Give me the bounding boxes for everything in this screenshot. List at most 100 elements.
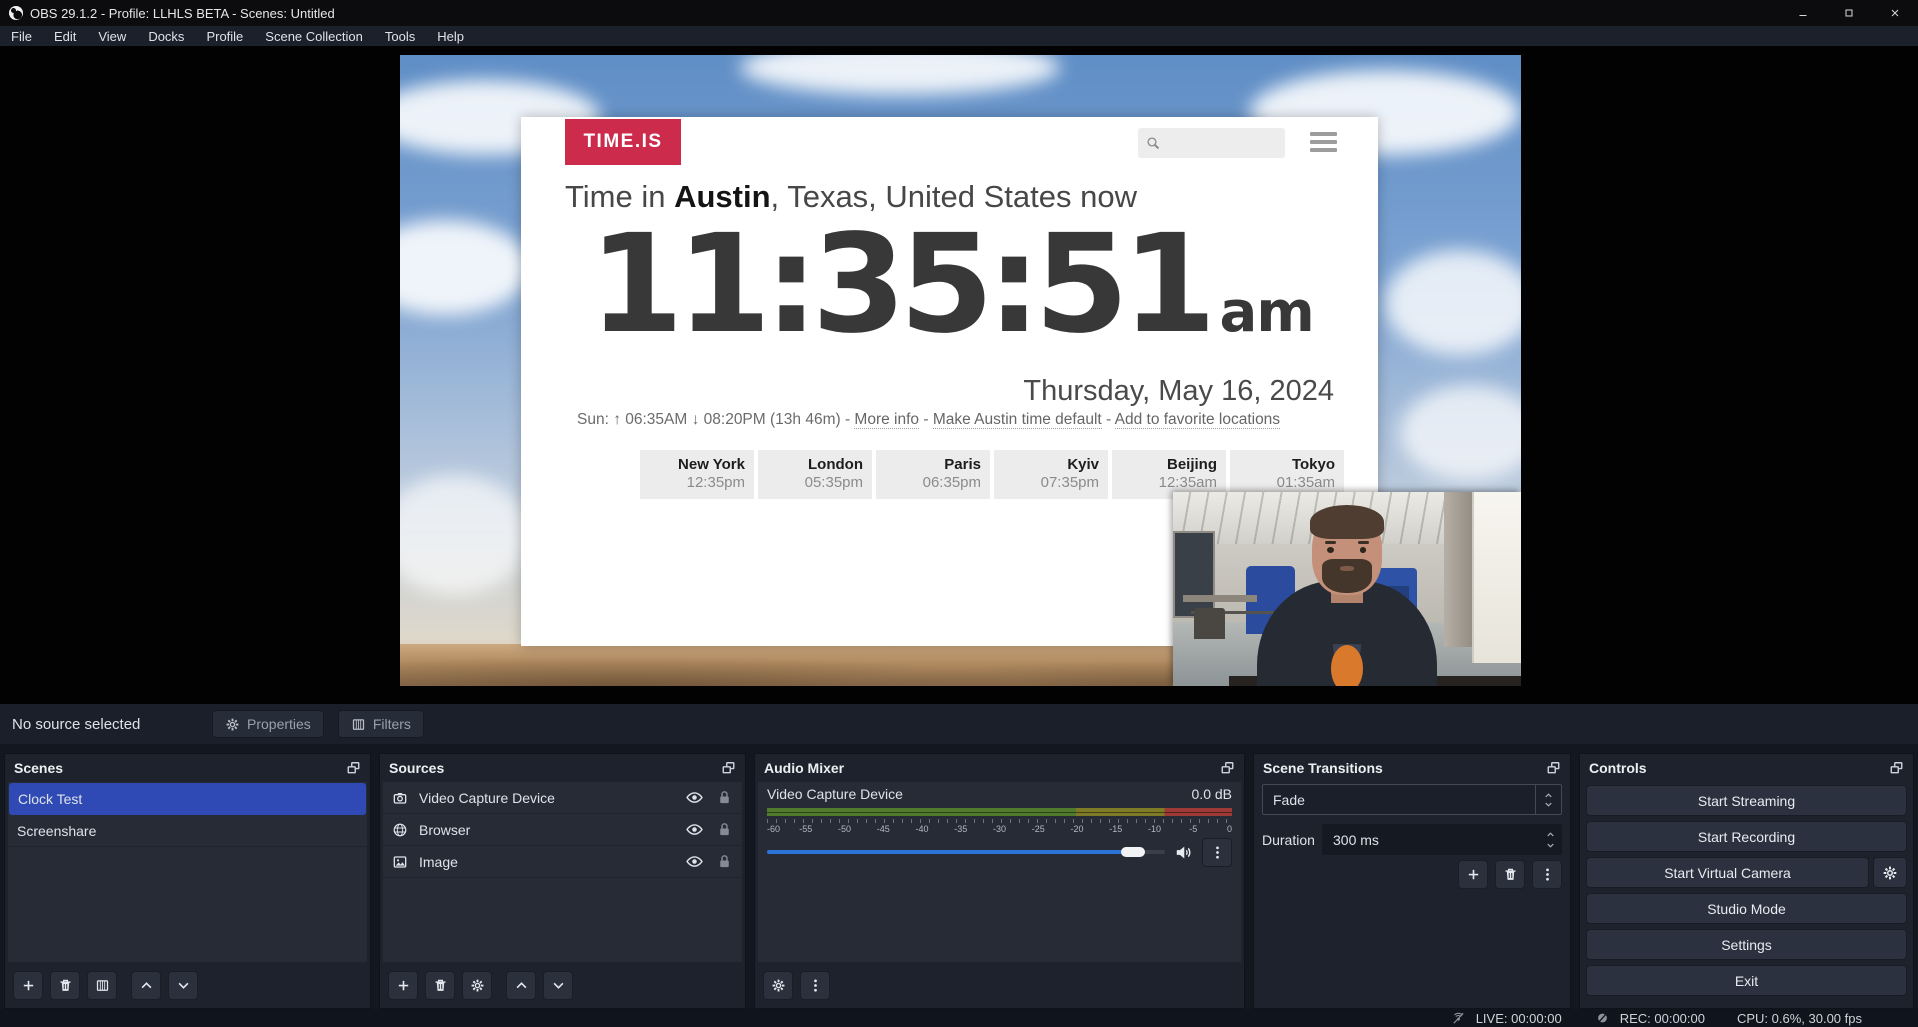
city-tile-new-york[interactable]: New York12:35pm bbox=[640, 450, 754, 499]
make-default-link[interactable]: Make Austin time default bbox=[933, 411, 1102, 429]
popout-icon[interactable] bbox=[1546, 761, 1561, 775]
rec-disc-icon bbox=[1594, 1011, 1611, 1025]
chevron-down-icon bbox=[551, 978, 566, 993]
audio-mixer-panel: Audio Mixer Video Capture Device 0.0 dB … bbox=[754, 753, 1245, 1009]
select-chevrons-icon bbox=[1535, 785, 1561, 814]
city-tile-london[interactable]: London05:35pm bbox=[758, 450, 872, 499]
menu-view[interactable]: View bbox=[87, 26, 137, 46]
scenes-panel: Scenes Clock Test Screenshare bbox=[4, 753, 371, 1009]
live-timer: LIVE: 00:00:00 bbox=[1476, 1011, 1562, 1026]
close-button[interactable] bbox=[1872, 0, 1918, 26]
titlebar: OBS 29.1.2 - Profile: LLHLS BETA - Scene… bbox=[0, 0, 1918, 26]
volume-slider-handle[interactable] bbox=[1121, 847, 1145, 857]
menu-tools[interactable]: Tools bbox=[374, 26, 426, 46]
gear-icon bbox=[225, 717, 240, 732]
hamburger-menu-icon[interactable] bbox=[1310, 132, 1337, 152]
clock-display: 11:35:51 am bbox=[589, 205, 1314, 365]
gear-icon bbox=[470, 978, 485, 993]
lock-icon[interactable] bbox=[716, 853, 733, 870]
transition-select[interactable]: Fade bbox=[1262, 784, 1562, 815]
move-scene-down-button[interactable] bbox=[168, 971, 198, 1000]
sun-info-line: Sun: ↑ 06:35AM ↓ 08:20PM (13h 46m) - Mor… bbox=[577, 411, 1337, 429]
timeis-logo[interactable]: TIME.IS bbox=[565, 119, 681, 165]
minimize-button[interactable] bbox=[1780, 0, 1826, 26]
start-virtual-camera-button[interactable]: Start Virtual Camera bbox=[1586, 857, 1869, 888]
scene-item-screenshare[interactable]: Screenshare bbox=[8, 815, 367, 847]
add-source-button[interactable] bbox=[388, 971, 418, 1000]
date-display: Thursday, May 16, 2024 bbox=[1023, 375, 1334, 408]
menu-scene-collection[interactable]: Scene Collection bbox=[254, 26, 374, 46]
panel-title: Scene Transitions bbox=[1263, 760, 1383, 776]
live-signal-icon bbox=[1450, 1011, 1467, 1025]
start-streaming-button[interactable]: Start Streaming bbox=[1586, 785, 1907, 816]
exit-button[interactable]: Exit bbox=[1586, 965, 1907, 996]
visibility-eye-icon[interactable] bbox=[686, 821, 703, 838]
search-input[interactable] bbox=[1161, 136, 1285, 151]
properties-button[interactable]: Properties bbox=[212, 710, 324, 738]
add-favorite-link[interactable]: Add to favorite locations bbox=[1115, 411, 1280, 429]
webcam-overlay bbox=[1173, 492, 1521, 686]
start-recording-button[interactable]: Start Recording bbox=[1586, 821, 1907, 852]
obs-window: OBS 29.1.2 - Profile: LLHLS BETA - Scene… bbox=[0, 0, 1918, 1027]
preview-area: TIME.IS Time in Austin, Texas, United St… bbox=[0, 46, 1918, 704]
remove-scene-button[interactable] bbox=[50, 971, 80, 1000]
menu-help[interactable]: Help bbox=[426, 26, 475, 46]
source-properties-button[interactable] bbox=[462, 971, 492, 1000]
move-scene-up-button[interactable] bbox=[131, 971, 161, 1000]
clock-time: 11:35:51 bbox=[589, 205, 1210, 365]
filters-icon bbox=[95, 978, 110, 993]
source-status-text: No source selected bbox=[12, 716, 212, 733]
trash-icon bbox=[1503, 867, 1518, 882]
transition-options-button[interactable] bbox=[1532, 860, 1562, 889]
menu-file[interactable]: File bbox=[0, 26, 43, 46]
menu-edit[interactable]: Edit bbox=[43, 26, 87, 46]
panel-title: Controls bbox=[1589, 760, 1647, 776]
remove-source-button[interactable] bbox=[425, 971, 455, 1000]
plus-icon bbox=[1466, 867, 1481, 882]
mixer-options-button[interactable] bbox=[800, 971, 830, 1000]
city-tile-paris[interactable]: Paris06:35pm bbox=[876, 450, 990, 499]
gear-icon bbox=[1882, 865, 1898, 881]
scene-filters-button[interactable] bbox=[87, 971, 117, 1000]
duration-spinbox[interactable]: 300 ms bbox=[1322, 824, 1562, 855]
lock-icon[interactable] bbox=[716, 789, 733, 806]
spinbox-arrows-icon[interactable] bbox=[1545, 831, 1556, 849]
menu-docks[interactable]: Docks bbox=[137, 26, 195, 46]
visibility-eye-icon[interactable] bbox=[686, 853, 703, 870]
remove-transition-button[interactable] bbox=[1495, 860, 1525, 889]
more-info-link[interactable]: More info bbox=[854, 411, 919, 429]
volume-slider[interactable] bbox=[767, 850, 1165, 854]
move-source-up-button[interactable] bbox=[506, 971, 536, 1000]
lock-icon[interactable] bbox=[716, 821, 733, 838]
studio-mode-button[interactable]: Studio Mode bbox=[1586, 893, 1907, 924]
settings-button[interactable]: Settings bbox=[1586, 929, 1907, 960]
speaker-icon[interactable] bbox=[1174, 843, 1193, 862]
panel-title: Audio Mixer bbox=[764, 760, 844, 776]
add-transition-button[interactable] bbox=[1458, 860, 1488, 889]
scene-item-clock-test[interactable]: Clock Test bbox=[9, 783, 366, 815]
filters-button[interactable]: Filters bbox=[338, 710, 424, 738]
maximize-button[interactable] bbox=[1826, 0, 1872, 26]
popout-icon[interactable] bbox=[1220, 761, 1235, 775]
visibility-eye-icon[interactable] bbox=[686, 789, 703, 806]
source-item-browser[interactable]: Browser bbox=[383, 814, 742, 846]
popout-icon[interactable] bbox=[346, 761, 361, 775]
channel-options-button[interactable] bbox=[1202, 838, 1232, 867]
advanced-audio-button[interactable] bbox=[763, 971, 793, 1000]
menu-profile[interactable]: Profile bbox=[195, 26, 254, 46]
move-source-down-button[interactable] bbox=[543, 971, 573, 1000]
trash-icon bbox=[433, 978, 448, 993]
source-item-image[interactable]: Image bbox=[383, 846, 742, 878]
image-icon bbox=[392, 854, 408, 870]
channel-level-db: 0.0 dB bbox=[1192, 786, 1232, 802]
popout-icon[interactable] bbox=[1889, 761, 1904, 775]
preview-canvas[interactable]: TIME.IS Time in Austin, Texas, United St… bbox=[400, 55, 1521, 686]
dots-vertical-icon bbox=[808, 978, 823, 993]
add-scene-button[interactable] bbox=[13, 971, 43, 1000]
chevron-up-icon bbox=[514, 978, 529, 993]
duration-label: Duration bbox=[1262, 824, 1315, 855]
virtual-camera-settings-button[interactable] bbox=[1873, 857, 1907, 888]
city-tile-kyiv[interactable]: Kyiv07:35pm bbox=[994, 450, 1108, 499]
source-item-video-capture[interactable]: Video Capture Device bbox=[383, 782, 742, 814]
popout-icon[interactable] bbox=[721, 761, 736, 775]
